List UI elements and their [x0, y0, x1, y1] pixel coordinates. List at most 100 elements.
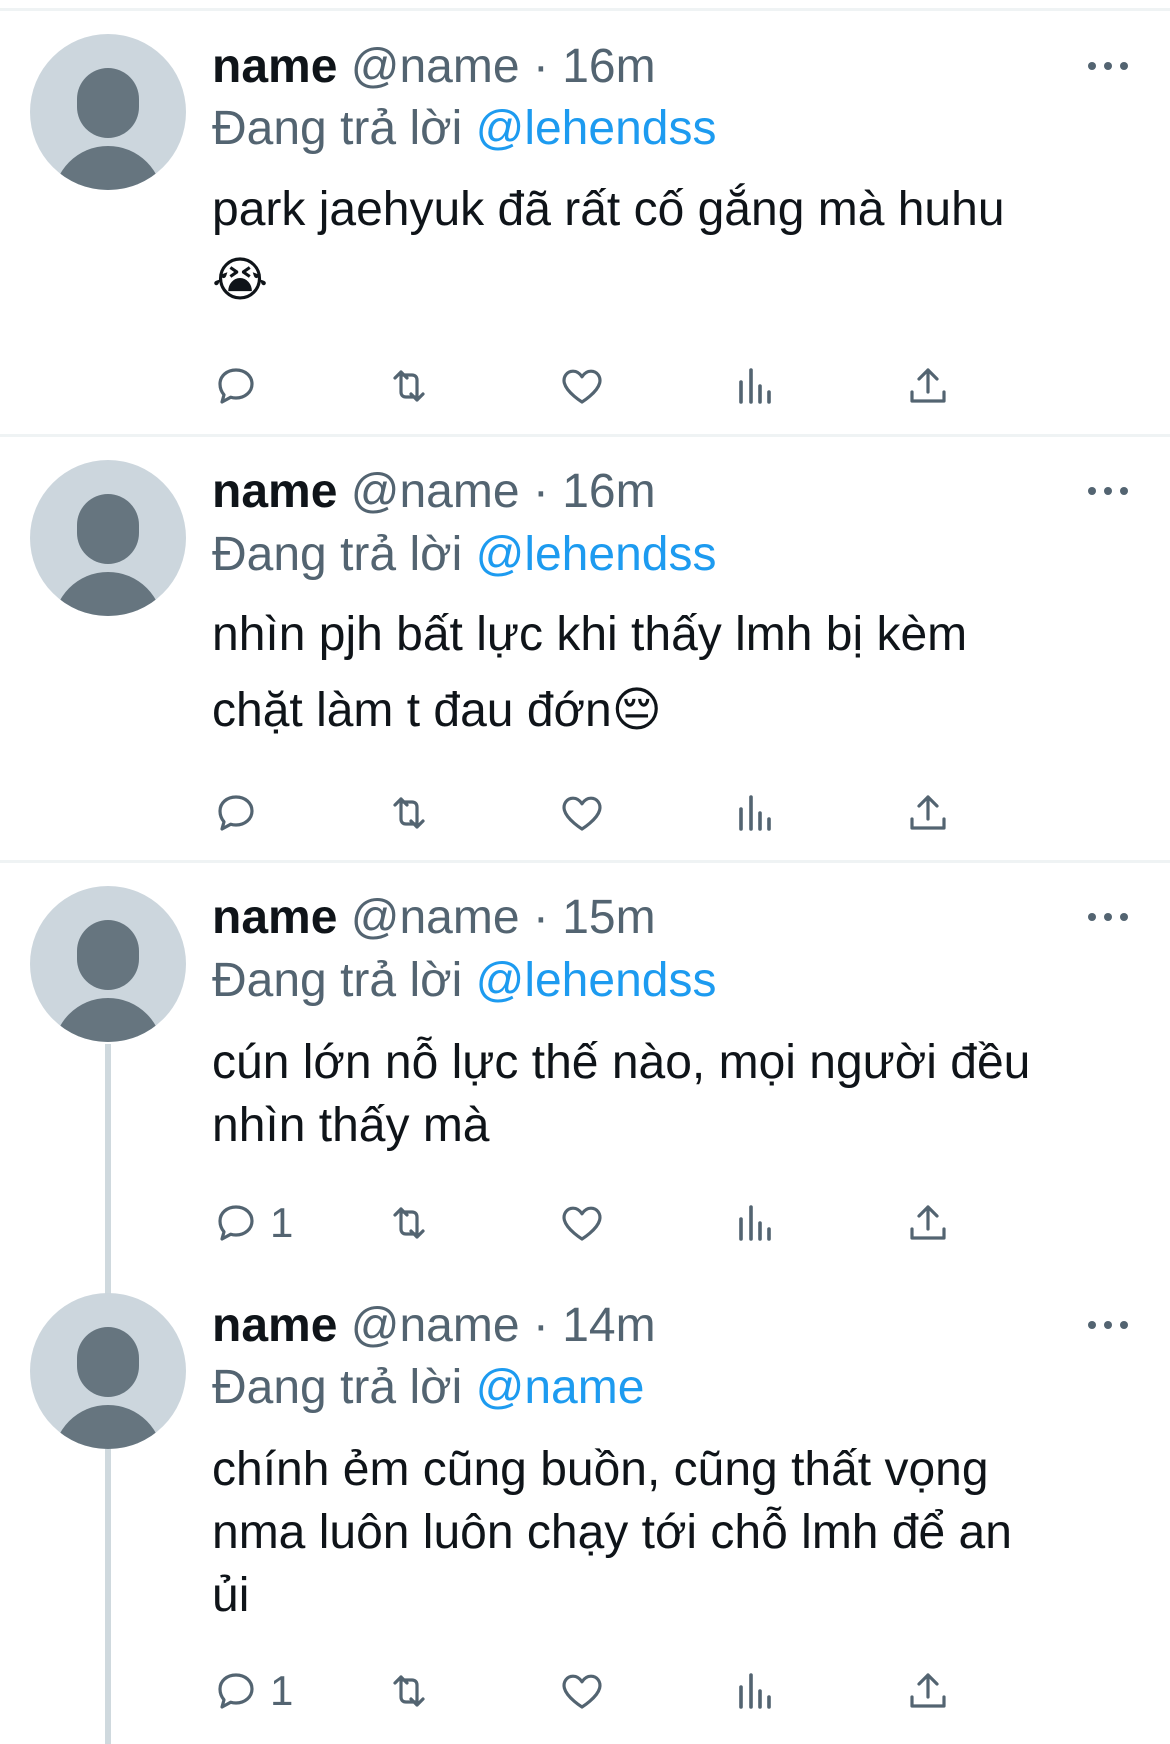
- retweet-icon: [393, 1675, 425, 1707]
- replying-to-label: Đang trả lời: [212, 1361, 463, 1414]
- share-icon: [910, 1673, 946, 1708]
- tweet[interactable]: name @name · 16m Đang trả lời @lehendss …: [0, 0, 1170, 435]
- like-button[interactable]: [558, 1663, 606, 1719]
- replying-to-label: Đang trả lời: [212, 528, 463, 581]
- views-icon: [739, 368, 771, 404]
- retweet-icon: [393, 370, 425, 402]
- replying-to: Đang trả lời @lehendss: [212, 524, 716, 586]
- display-name[interactable]: name: [212, 40, 337, 93]
- mention-link[interactable]: @lehendss: [476, 528, 717, 581]
- views-button[interactable]: [731, 785, 779, 841]
- retweet-button[interactable]: [385, 785, 433, 841]
- avatar-body-shape: [53, 146, 163, 190]
- reply-button[interactable]: 1: [212, 1195, 293, 1251]
- timestamp[interactable]: 14m: [562, 1299, 655, 1352]
- avatar-body-shape: [53, 572, 163, 616]
- more-icon[interactable]: [1084, 1315, 1132, 1335]
- views-icon: [739, 1205, 771, 1241]
- like-button[interactable]: [558, 1195, 606, 1251]
- heart-icon: [562, 796, 602, 831]
- timestamp[interactable]: 15m: [562, 891, 655, 944]
- replying-to-label: Đang trả lời: [212, 954, 463, 1007]
- heart-icon: [562, 1674, 602, 1709]
- separator-dot: ·: [532, 40, 549, 93]
- tweet-text-line: nhìn pjh bất lực khi thấy lmh bị kèm: [212, 608, 968, 661]
- avatar-head-shape: [77, 1327, 139, 1397]
- action-bar: [212, 358, 1072, 414]
- tweet-text-line: chính ẻm cũng buồn, cũng thất vọng: [212, 1443, 989, 1496]
- reply-button[interactable]: [212, 785, 270, 841]
- avatar-body-shape: [53, 998, 163, 1042]
- tweet-text: cún lớn nỗ lực thế nào, mọi người đều nh…: [212, 1031, 1142, 1157]
- tweet[interactable]: name @name · 14m Đang trả lời @name chín…: [0, 1293, 1170, 1744]
- share-icon: [910, 795, 946, 830]
- views-button[interactable]: [731, 1663, 779, 1719]
- heart-icon: [562, 369, 602, 404]
- tweet[interactable]: name @name · 15m Đang trả lời @lehendss …: [0, 863, 1170, 1293]
- like-button[interactable]: [558, 785, 606, 841]
- timestamp[interactable]: 16m: [562, 40, 655, 93]
- tweet-header: name @name · 16m: [212, 36, 656, 98]
- avatar-head-shape: [77, 68, 139, 138]
- reply-button[interactable]: 1: [212, 1663, 293, 1719]
- action-bar: 1: [212, 1663, 1072, 1719]
- more-icon[interactable]: [1084, 481, 1132, 501]
- share-button[interactable]: [904, 358, 952, 414]
- mention-link[interactable]: @lehendss: [476, 954, 717, 1007]
- reply-icon: [218, 1673, 254, 1709]
- retweet-button[interactable]: [385, 1663, 433, 1719]
- timestamp[interactable]: 16m: [562, 465, 655, 518]
- reply-icon: [218, 1205, 254, 1241]
- avatar-body-shape: [53, 1405, 163, 1449]
- action-bar: 1: [212, 1195, 1072, 1251]
- tweet-text-line: nhìn thấy mà: [212, 1099, 490, 1152]
- replying-to: Đang trả lời @lehendss: [212, 98, 716, 160]
- reply-button[interactable]: [212, 358, 270, 414]
- retweet-icon: [393, 1207, 425, 1239]
- display-name[interactable]: name: [212, 465, 337, 518]
- retweet-icon: [393, 797, 425, 829]
- action-bar: [212, 785, 1072, 841]
- reply-count: 1: [270, 1199, 294, 1246]
- views-icon: [739, 795, 771, 831]
- avatar[interactable]: [30, 1293, 186, 1449]
- tweet-header: name @name · 16m: [212, 461, 656, 523]
- separator-dot: ·: [532, 465, 549, 518]
- replying-to: Đang trả lời @lehendss: [212, 950, 716, 1012]
- tweet-header: name @name · 15m: [212, 887, 656, 949]
- retweet-button[interactable]: [385, 1195, 433, 1251]
- user-handle[interactable]: @name: [351, 1299, 520, 1352]
- user-handle[interactable]: @name: [351, 891, 520, 944]
- tweet-text-line: cún lớn nỗ lực thế nào, mọi người đều: [212, 1036, 1031, 1089]
- tweet-text-line: park jaehyuk đã rất cố gắng mà huhu: [212, 183, 1005, 236]
- avatar-head-shape: [77, 920, 139, 990]
- like-button[interactable]: [558, 358, 606, 414]
- tweet-text: chính ẻm cũng buồn, cũng thất vọng nma l…: [212, 1438, 1142, 1627]
- avatar[interactable]: [30, 886, 186, 1042]
- display-name[interactable]: name: [212, 891, 337, 944]
- mention-link[interactable]: @name: [476, 1361, 645, 1414]
- user-handle[interactable]: @name: [351, 465, 520, 518]
- share-icon: [910, 368, 946, 403]
- share-button[interactable]: [904, 785, 952, 841]
- mention-link[interactable]: @lehendss: [476, 102, 717, 155]
- user-handle[interactable]: @name: [351, 40, 520, 93]
- separator-dot: ·: [532, 1299, 549, 1352]
- reply-icon: [218, 795, 254, 831]
- retweet-button[interactable]: [385, 358, 433, 414]
- views-button[interactable]: [731, 1195, 779, 1251]
- display-name[interactable]: name: [212, 1299, 337, 1352]
- replying-to: Đang trả lời @name: [212, 1357, 644, 1419]
- more-icon[interactable]: [1084, 56, 1132, 76]
- views-button[interactable]: [731, 358, 779, 414]
- avatar[interactable]: [30, 460, 186, 616]
- views-icon: [739, 1673, 771, 1709]
- tweet-header: name @name · 14m: [212, 1295, 656, 1357]
- share-button[interactable]: [904, 1663, 952, 1719]
- heart-icon: [562, 1206, 602, 1241]
- avatar[interactable]: [30, 34, 186, 190]
- more-icon[interactable]: [1084, 907, 1132, 927]
- tweet-text-line: chặt làm t đau đớn😔: [212, 684, 662, 737]
- share-button[interactable]: [904, 1195, 952, 1251]
- tweet[interactable]: name @name · 16m Đang trả lời @lehendss …: [0, 437, 1170, 860]
